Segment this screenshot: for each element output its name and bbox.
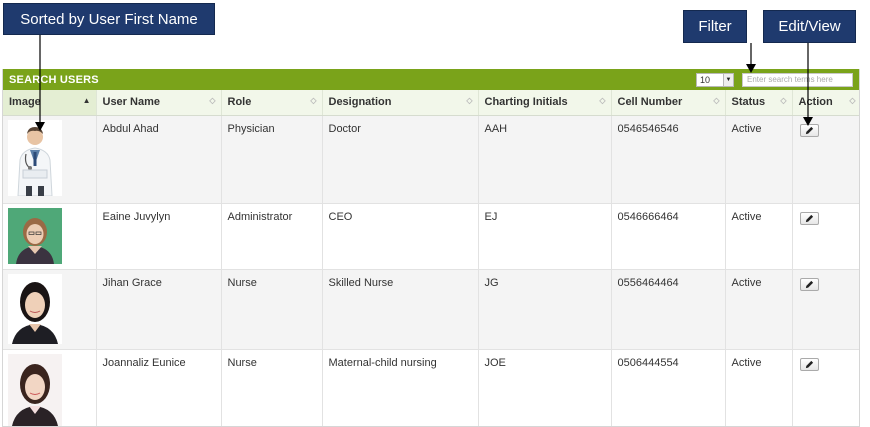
table-row[interactable]: Abdul Ahad Physician Doctor AAH 05465465… bbox=[3, 115, 859, 204]
chevron-down-icon[interactable]: ▼ bbox=[723, 73, 733, 86]
table-row[interactable]: Joannaliz Eunice Nurse Maternal-child nu… bbox=[3, 349, 859, 426]
sort-icon: ◇ bbox=[780, 96, 787, 105]
sort-icon: ◇ bbox=[599, 96, 606, 105]
pencil-icon bbox=[805, 126, 813, 134]
woman-white-background-avatar bbox=[8, 273, 62, 344]
edit-button[interactable] bbox=[799, 211, 819, 225]
column-header-user-name[interactable]: User Name ◇ bbox=[96, 90, 222, 116]
table-header-row: Image ▲ User Name ◇ Role ◇ Designation ◇ Cha… bbox=[3, 90, 859, 116]
pencil-icon bbox=[805, 360, 813, 368]
status-cell: Active bbox=[725, 115, 793, 204]
role-cell: Administrator bbox=[221, 203, 323, 270]
designation-cell: CEO bbox=[322, 203, 479, 270]
column-header-status[interactable]: Status ◇ bbox=[725, 90, 793, 116]
sort-icon: ◇ bbox=[849, 96, 856, 105]
page-size-select[interactable]: 10 ▼ bbox=[696, 72, 734, 87]
pencil-icon bbox=[805, 280, 813, 288]
column-header-designation[interactable]: Designation ◇ bbox=[322, 90, 479, 116]
cell-number-cell: 0506444554 bbox=[611, 349, 726, 426]
doctor-avatar bbox=[8, 119, 62, 196]
callout-filter: Filter bbox=[683, 10, 747, 43]
initials-cell: JOE bbox=[478, 349, 612, 426]
users-table: Image ▲ User Name ◇ Role ◇ Designation ◇ Cha… bbox=[3, 90, 859, 426]
action-cell bbox=[792, 115, 859, 204]
designation-cell: Maternal-child nursing bbox=[322, 349, 479, 426]
user-name-cell: Eaine Juvylyn bbox=[96, 203, 222, 270]
edit-button[interactable] bbox=[799, 277, 819, 291]
panel-header: SEARCH USERS 10 ▼ bbox=[3, 69, 859, 90]
search-users-panel: SEARCH USERS 10 ▼ Image▲ User Name◇ Role… bbox=[2, 69, 860, 427]
sort-icon: ◇ bbox=[713, 96, 720, 105]
edit-button[interactable] bbox=[799, 123, 819, 137]
panel-title: SEARCH USERS bbox=[9, 73, 99, 86]
image-cell bbox=[3, 349, 97, 426]
initials-cell: AAH bbox=[478, 115, 612, 204]
column-header-charting-initials[interactable]: Charting Initials ◇ bbox=[478, 90, 612, 116]
status-cell: Active bbox=[725, 203, 793, 270]
sort-icon: ◇ bbox=[310, 96, 317, 105]
action-cell bbox=[792, 269, 859, 350]
sort-icon: ◇ bbox=[466, 96, 473, 105]
status-cell: Active bbox=[725, 349, 793, 426]
initials-cell: EJ bbox=[478, 203, 612, 270]
role-cell: Nurse bbox=[221, 269, 323, 350]
action-cell bbox=[792, 349, 859, 426]
callout-edit-view: Edit/View bbox=[763, 10, 856, 43]
cell-number-cell: 0556464464 bbox=[611, 269, 726, 350]
table-row[interactable]: Eaine Juvylyn Administrator CEO EJ 05466… bbox=[3, 203, 859, 270]
role-cell: Nurse bbox=[221, 349, 323, 426]
user-name-cell: Joannaliz Eunice bbox=[96, 349, 222, 426]
pencil-icon bbox=[805, 214, 813, 222]
user-name-cell: Jihan Grace bbox=[96, 269, 222, 350]
image-cell bbox=[3, 115, 97, 204]
panel-tools: 10 ▼ bbox=[696, 72, 853, 87]
column-header-image[interactable]: Image ▲ bbox=[3, 90, 97, 116]
search-input[interactable] bbox=[742, 72, 853, 87]
edit-button[interactable] bbox=[799, 357, 819, 371]
designation-cell: Skilled Nurse bbox=[322, 269, 479, 350]
column-header-role[interactable]: Role ◇ bbox=[221, 90, 323, 116]
role-cell: Physician bbox=[221, 115, 323, 204]
designation-cell: Doctor bbox=[322, 115, 479, 204]
woman-white-background-avatar bbox=[8, 353, 62, 426]
sort-icon: ◇ bbox=[209, 96, 216, 105]
table-row[interactable]: Jihan Grace Nurse Skilled Nurse JG 05564… bbox=[3, 269, 859, 350]
image-cell bbox=[3, 269, 97, 350]
image-cell bbox=[3, 203, 97, 270]
cell-number-cell: 0546666464 bbox=[611, 203, 726, 270]
sort-ascending-icon: ▲ bbox=[82, 96, 91, 105]
action-cell bbox=[792, 203, 859, 270]
column-header-action[interactable]: Action ◇ bbox=[792, 90, 859, 116]
woman-green-background-avatar bbox=[8, 207, 62, 264]
callout-sorted-by-first-name: Sorted by User First Name bbox=[3, 3, 215, 35]
page-size-value: 10 bbox=[700, 74, 711, 85]
initials-cell: JG bbox=[478, 269, 612, 350]
status-cell: Active bbox=[725, 269, 793, 350]
cell-number-cell: 0546546546 bbox=[611, 115, 726, 204]
column-header-cell-number[interactable]: Cell Number ◇ bbox=[611, 90, 726, 116]
user-name-cell: Abdul Ahad bbox=[96, 115, 222, 204]
